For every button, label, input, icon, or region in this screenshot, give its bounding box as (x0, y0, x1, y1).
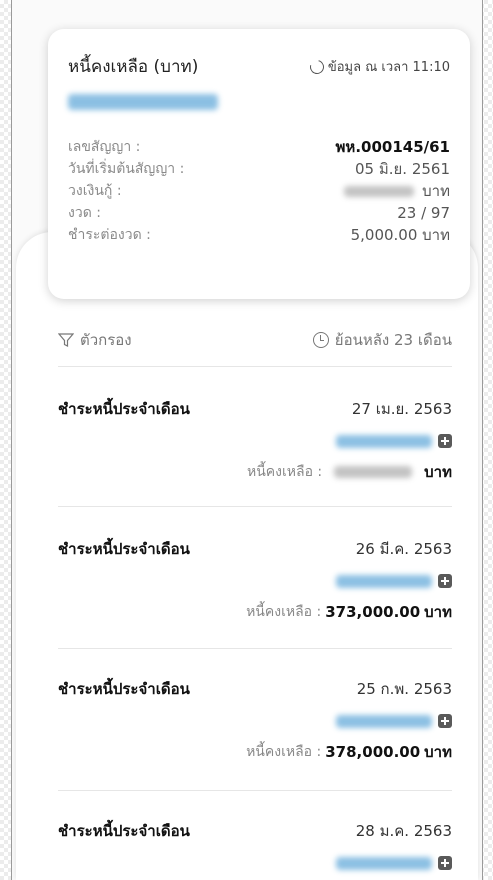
payment-title: ชำระหนี้ประจำเดือน (58, 680, 190, 698)
clock-icon (312, 332, 329, 348)
expand-plus-icon[interactable] (438, 434, 452, 448)
payment-item[interactable]: ชำระหนี้ประจำเดือน 27 เม.ย. 2563 หนี้คงเ… (58, 398, 452, 484)
installment-label: งวด : (68, 205, 101, 221)
installment-value: 23 / 97 (397, 204, 450, 222)
payment-date: 25 ก.พ. 2563 (356, 680, 452, 698)
balance-redacted (334, 466, 413, 478)
balance-label: หนี้คงเหลือ : (246, 744, 322, 760)
balance-unit: บาท (424, 603, 452, 621)
payment-amount-redacted (336, 856, 432, 870)
contract-info: เลขสัญญา : พห.000145/61 วันที่เริ่มต้นสั… (68, 136, 450, 246)
contract-number-label: เลขสัญญา : (68, 139, 141, 155)
payment-date: 27 เม.ย. 2563 (351, 400, 452, 418)
per-installment-row: ชำระต่องวด : 5,000.00 บาท (68, 224, 450, 246)
expand-plus-icon[interactable] (438, 574, 452, 588)
payment-amount (58, 572, 452, 590)
payment-balance: หนี้คงเหลือ : บาท (58, 460, 452, 484)
payment-amount-redacted (336, 574, 432, 588)
contract-number-value: พห.000145/61 (335, 138, 450, 156)
debt-summary-card: หนี้คงเหลือ (บาท) ข้อมูล ณ เวลา 11:10 เล… (48, 29, 470, 299)
expand-plus-icon[interactable] (438, 714, 452, 728)
payment-amount (58, 712, 452, 730)
payment-title: ชำระหนี้ประจำเดือน (58, 822, 190, 840)
divider (58, 648, 452, 649)
filter-button[interactable]: ตัวกรอง (58, 328, 132, 352)
balance-unit: บาท (424, 743, 452, 761)
funnel-icon (58, 333, 74, 347)
start-date-label: วันที่เริ่มต้นสัญญา : (68, 161, 185, 177)
loan-amount-redacted (344, 185, 415, 197)
installment-row: งวด : 23 / 97 (68, 202, 450, 224)
filter-label: ตัวกรอง (80, 331, 132, 349)
payment-amount (58, 854, 452, 872)
filter-bar: ตัวกรอง ย้อนหลัง 23 เดือน (58, 326, 452, 354)
history-range-label: ย้อนหลัง 23 เดือน (334, 331, 452, 349)
payment-amount-redacted (336, 434, 432, 448)
balance-label: หนี้คงเหลือ : (246, 604, 322, 620)
divider (58, 790, 452, 791)
payment-item[interactable]: ชำระหนี้ประจำเดือน 25 ก.พ. 2563 หนี้คงเห… (58, 678, 452, 764)
payment-balance: หนี้คงเหลือ : 373,000.00 บาท (58, 600, 452, 624)
start-date-value: 05 มิ.ย. 2561 (354, 160, 450, 178)
payment-amount (58, 432, 452, 450)
contract-number-row: เลขสัญญา : พห.000145/61 (68, 136, 450, 158)
start-date-row: วันที่เริ่มต้นสัญญา : 05 มิ.ย. 2561 (68, 158, 450, 180)
divider (58, 506, 452, 507)
card-title: หนี้คงเหลือ (บาท) (68, 57, 199, 77)
balance-label: หนี้คงเหลือ : (246, 464, 323, 480)
remaining-balance-redacted (68, 94, 218, 110)
loan-amount-label: วงเงินกู้ : (68, 183, 122, 199)
balance-unit: บาท (424, 463, 452, 481)
payment-amount-redacted (336, 714, 432, 728)
balance-value: 373,000.00 (325, 603, 421, 621)
history-range-button[interactable]: ย้อนหลัง 23 เดือน (312, 328, 452, 352)
loan-amount-value: บาท (344, 179, 450, 203)
expand-plus-icon[interactable] (438, 856, 452, 870)
payment-title: ชำระหนี้ประจำเดือน (58, 400, 190, 418)
payment-date: 26 มี.ค. 2563 (355, 540, 452, 558)
payment-date: 28 ม.ค. 2563 (355, 822, 452, 840)
loan-amount-unit: บาท (422, 182, 450, 200)
payment-balance: หนี้คงเหลือ : 378,000.00 บาท (58, 740, 452, 764)
divider (58, 366, 452, 367)
per-installment-label: ชำระต่องวด : (68, 227, 151, 243)
card-header: หนี้คงเหลือ (บาท) ข้อมูล ณ เวลา 11:10 (68, 53, 450, 80)
balance-value: 378,000.00 (325, 743, 421, 761)
updated-time[interactable]: ข้อมูล ณ เวลา 11:10 (307, 56, 450, 77)
payment-title: ชำระหนี้ประจำเดือน (58, 540, 190, 558)
payment-item[interactable]: ชำระหนี้ประจำเดือน 26 มี.ค. 2563 หนี้คงเ… (58, 538, 452, 624)
per-installment-value: 5,000.00 บาท (350, 226, 450, 244)
updated-text: ข้อมูล ณ เวลา 11:10 (327, 60, 450, 75)
refresh-icon[interactable] (307, 56, 327, 77)
payment-item[interactable]: ชำระหนี้ประจำเดือน 28 ม.ค. 2563 (58, 820, 452, 872)
loan-amount-row: วงเงินกู้ : บาท (68, 180, 450, 202)
app-frame: หนี้คงเหลือ (บาท) ข้อมูล ณ เวลา 11:10 เล… (11, 0, 483, 880)
